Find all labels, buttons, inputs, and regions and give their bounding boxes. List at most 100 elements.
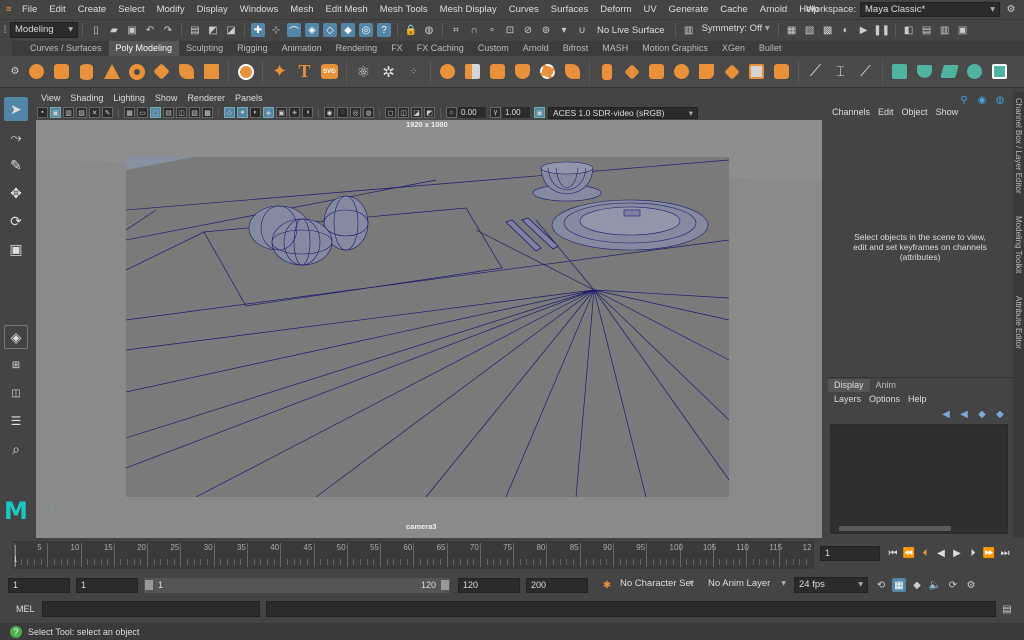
anim-layer-dropdown[interactable]: No Anim Layer	[704, 577, 790, 593]
poly-torus-icon[interactable]	[128, 63, 145, 80]
modeling-toolkit-icon[interactable]: ◧	[902, 23, 916, 37]
scene-end-field[interactable]: 200	[526, 577, 588, 593]
input-output-icon[interactable]: ▾	[557, 23, 571, 37]
gamma-field[interactable]: 1.00	[502, 107, 530, 118]
menu-cache[interactable]: Cache	[714, 0, 753, 19]
exposure-field[interactable]: 0.00	[458, 107, 486, 118]
channel-edit-menu[interactable]: Edit	[874, 107, 898, 117]
redo-icon[interactable]: ↷	[161, 23, 175, 37]
hypershade-icon[interactable]: ◐	[839, 23, 853, 37]
soccer-ball-icon[interactable]	[237, 63, 254, 80]
camera-attributes-icon[interactable]: ▣	[50, 107, 61, 118]
symmetry-dropdown[interactable]: Symmetry: Off	[698, 22, 774, 38]
sound-icon[interactable]: 🔈	[928, 578, 942, 592]
script-editor-icon[interactable]: ▤	[1000, 602, 1014, 616]
select-by-curve-icon[interactable]: ⌒	[287, 23, 301, 38]
spherical-uv-icon[interactable]	[967, 64, 982, 79]
poly-disc-icon[interactable]	[179, 64, 194, 79]
live-surface-status[interactable]: No Live Surface	[597, 25, 665, 36]
new-layer-icon[interactable]: ◆	[975, 407, 989, 421]
screen-space-ao-icon[interactable]: ◉	[324, 107, 335, 118]
tool-settings-toggle-icon[interactable]: ▣	[956, 23, 970, 37]
layer-move-up-icon[interactable]: ◀	[939, 407, 953, 421]
outliner-layout-icon[interactable]: ☰	[4, 409, 28, 433]
step-back-frame-icon[interactable]: ⏴	[918, 546, 932, 560]
motion-blur-icon[interactable]: ◌	[337, 107, 348, 118]
shelf-tab-mash[interactable]: MASH	[595, 41, 635, 56]
step-forward-key-icon[interactable]: ⏩	[982, 546, 996, 560]
panel-menu-view[interactable]: View	[36, 92, 65, 105]
select-tool-icon[interactable]: ➤	[4, 97, 28, 121]
four-view-layout-icon[interactable]: ⊞	[4, 353, 28, 377]
separate-icon[interactable]: ✲	[380, 63, 398, 81]
bookmarks-icon[interactable]: ▥	[63, 107, 74, 118]
select-object-icon[interactable]: ◩	[206, 23, 220, 37]
shelf-tab-rendering[interactable]: Rendering	[329, 41, 385, 56]
workspace-options-icon[interactable]: ⚙	[1004, 3, 1018, 17]
snap-curve-icon[interactable]: ∩	[467, 23, 481, 37]
shelf-tab-xgen[interactable]: XGen	[715, 41, 752, 56]
poly-cube-icon[interactable]	[54, 64, 69, 79]
snap-options-icon[interactable]: ⊚	[539, 23, 553, 37]
wireframe-icon[interactable]: ◇	[224, 107, 235, 118]
panel-menu-panels[interactable]: Panels	[230, 92, 268, 105]
render-settings-icon[interactable]: ▩	[821, 23, 835, 37]
character-set-dropdown[interactable]: No Character Set	[616, 577, 698, 593]
planar-uv-icon[interactable]	[892, 64, 907, 79]
shelf-tab-motion-graphics[interactable]: Motion Graphics	[635, 41, 715, 56]
panel-menu-show[interactable]: Show	[150, 92, 183, 105]
collapse-handle-icon[interactable]: ⁞	[2, 23, 8, 37]
menu-edit-mesh[interactable]: Edit Mesh	[320, 0, 374, 19]
poly-cylinder-icon[interactable]	[80, 63, 93, 80]
layer-tab-display[interactable]: Display	[828, 379, 870, 392]
shelf-tab-fx[interactable]: FX	[384, 41, 410, 56]
retopologize-icon[interactable]	[565, 64, 580, 79]
type-tool-icon[interactable]: T	[296, 61, 314, 81]
platonic-solid-icon[interactable]	[204, 64, 219, 79]
select-by-dynamics-icon[interactable]: ◆	[341, 23, 355, 37]
new-scene-icon[interactable]: ▯	[89, 23, 103, 37]
xray-joints-icon[interactable]: ◩	[424, 107, 435, 118]
menu-arnold[interactable]: Arnold	[754, 0, 793, 19]
layer-move-down-icon[interactable]: ◀	[957, 407, 971, 421]
shelf-tab-poly-modeling[interactable]: Poly Modeling	[108, 41, 180, 56]
select-by-surface-icon[interactable]: ◈	[305, 23, 319, 37]
xray-icon[interactable]: ◫	[398, 107, 409, 118]
mirror-icon[interactable]	[465, 64, 480, 79]
select-component-icon[interactable]: ◪	[224, 23, 238, 37]
channel-box-toggle-icon[interactable]: ▤	[920, 23, 934, 37]
xray-active-components-icon[interactable]: ◪	[411, 107, 422, 118]
zoom-view-icon[interactable]: ⌕	[4, 437, 28, 461]
mel-label[interactable]: MEL	[0, 604, 38, 614]
workspace-dropdown[interactable]: Maya Classic*	[860, 2, 1000, 17]
make-hole-icon[interactable]	[723, 63, 740, 80]
panel-menu-renderer[interactable]: Renderer	[182, 92, 230, 105]
shelf-tab-sculpting[interactable]: Sculpting	[179, 41, 230, 56]
highlight-selection-icon[interactable]: ◍	[422, 23, 436, 37]
make-live-icon[interactable]: ⊘	[521, 23, 535, 37]
range-bar[interactable]: 1 120	[144, 577, 450, 593]
menu-mesh-tools[interactable]: Mesh Tools	[374, 0, 434, 19]
go-to-end-icon[interactable]: ⏭	[998, 546, 1012, 560]
poly-sphere-icon[interactable]	[29, 64, 44, 79]
resolution-gate-icon[interactable]: ▢	[150, 107, 161, 118]
smooth-icon[interactable]	[490, 64, 505, 79]
poly-cone-icon[interactable]	[103, 64, 120, 79]
play-backwards-icon[interactable]: ◀	[934, 546, 948, 560]
layer-help-menu[interactable]: Help	[904, 394, 931, 404]
menu-edit[interactable]: Edit	[43, 0, 71, 19]
menu-select[interactable]: Select	[112, 0, 150, 19]
super-shape-icon[interactable]: ✦	[271, 61, 289, 81]
channel-box-speed-icon[interactable]: ◍	[993, 93, 1007, 107]
scene-wireframe[interactable]	[36, 120, 822, 538]
menu-surfaces[interactable]: Surfaces	[545, 0, 595, 19]
extrude-icon[interactable]	[601, 63, 612, 80]
render-current-frame-icon[interactable]: ▦	[785, 23, 799, 37]
current-frame-field[interactable]: 1	[820, 545, 880, 561]
two-d-pan-zoom-icon[interactable]: ✕	[89, 107, 100, 118]
new-layer-selected-icon[interactable]: ◆	[993, 407, 1007, 421]
pause-render-icon[interactable]: ❚❚	[873, 23, 890, 37]
menu-create[interactable]: Create	[72, 0, 113, 19]
menu-file[interactable]: File	[16, 0, 43, 19]
character-set-icon[interactable]: ✱	[600, 578, 614, 592]
